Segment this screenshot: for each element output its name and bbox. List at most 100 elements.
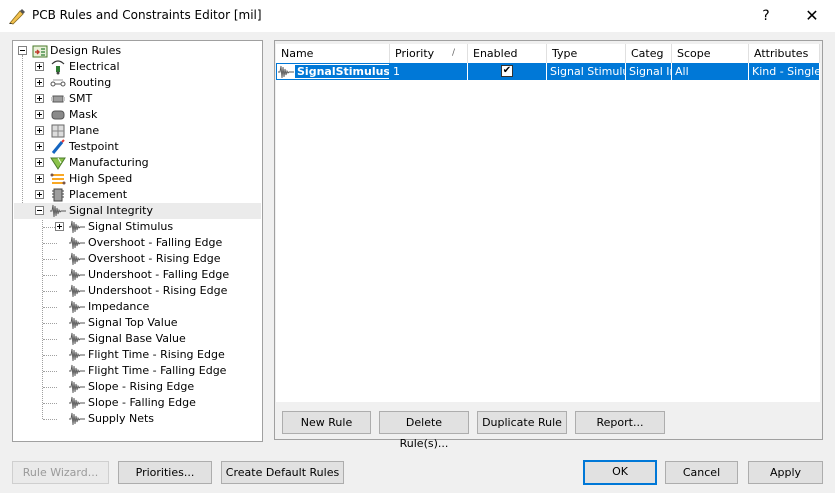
column-header-name[interactable]: Name — [276, 44, 390, 63]
cell-attributes[interactable]: Kind - Single — [749, 63, 820, 80]
tree-item-electrical[interactable]: Electrical — [13, 59, 260, 75]
smt-icon — [51, 95, 65, 103]
tree-item-routing[interactable]: Routing — [13, 75, 260, 91]
expand-toggle[interactable] — [35, 158, 44, 167]
window-title: PCB Rules and Constraints Editor [mil] — [32, 8, 262, 22]
report-button[interactable]: Report... — [575, 411, 665, 434]
tree-item-signal-base-value[interactable]: Signal Base Value — [13, 331, 260, 347]
tree-root-design-rules[interactable]: Design Rules — [13, 43, 260, 59]
column-header-scope[interactable]: Scope — [672, 44, 749, 63]
duplicate-rule-button[interactable]: Duplicate Rule — [477, 411, 567, 434]
signal-rule-icon — [69, 220, 85, 234]
rule-name: SignalStimulus — [294, 64, 390, 79]
tree-item-undershoot-rising[interactable]: Undershoot - Rising Edge — [13, 283, 260, 299]
expand-toggle[interactable] — [55, 222, 64, 231]
new-rule-button[interactable]: New Rule — [282, 411, 371, 434]
expand-toggle[interactable] — [35, 174, 44, 183]
enabled-checkbox[interactable]: ✔ — [501, 65, 513, 77]
table-row[interactable]: SignalStimulus 1 ✔ Signal Stimulu Signal… — [276, 63, 820, 80]
tree-item-placement[interactable]: Placement — [13, 187, 260, 203]
tree-item-signal-stimulus[interactable]: Signal Stimulus — [13, 219, 260, 235]
placement-icon — [52, 188, 64, 202]
signal-rule-icon — [69, 268, 85, 282]
expand-toggle[interactable] — [35, 110, 44, 119]
tree-item-label: Flight Time - Rising Edge — [88, 348, 225, 361]
tree-item-testpoint[interactable]: Testpoint — [13, 139, 260, 155]
title-bar: PCB Rules and Constraints Editor [mil] ?… — [0, 0, 835, 32]
close-button[interactable]: ✕ — [797, 4, 827, 28]
rules-grid[interactable]: Name Priority / Enabled Type Categ Scope… — [276, 44, 820, 402]
tree-item-plane[interactable]: Plane — [13, 123, 260, 139]
tree-item-undershoot-falling[interactable]: Undershoot - Falling Edge — [13, 267, 260, 283]
tree-item-label: Placement — [69, 188, 128, 201]
tree-item-slope-rising[interactable]: Slope - Rising Edge — [13, 379, 260, 395]
tree-item-smt[interactable]: SMT — [13, 91, 260, 107]
create-default-rules-button[interactable]: Create Default Rules — [221, 461, 344, 484]
tree-item-label: Signal Base Value — [88, 332, 186, 345]
tree-item-label: Testpoint — [69, 140, 119, 153]
tree-item-signal-integrity[interactable]: Signal Integrity — [13, 203, 260, 219]
expand-toggle[interactable] — [35, 62, 44, 71]
rule-wizard-button: Rule Wizard... — [12, 461, 109, 484]
tree-item-mask[interactable]: Mask — [13, 107, 260, 123]
tree-item-label: Signal Top Value — [88, 316, 178, 329]
tree-root-label: Design Rules — [50, 44, 122, 57]
tree-item-overshoot-rising[interactable]: Overshoot - Rising Edge — [13, 251, 260, 267]
column-header-type[interactable]: Type — [547, 44, 626, 63]
cell-category[interactable]: Signal Ir — [626, 63, 672, 80]
signal-rule-icon — [69, 300, 85, 314]
priorities-button[interactable]: Priorities... — [118, 461, 212, 484]
signal-rule-icon — [69, 380, 85, 394]
expand-toggle[interactable] — [35, 94, 44, 103]
tree-item-label: Electrical — [69, 60, 120, 73]
column-header-enabled[interactable]: Enabled — [468, 44, 547, 63]
rules-tree[interactable]: Design Rules Electrical Routing SMT Mask — [12, 40, 263, 442]
cancel-button[interactable]: Cancel — [665, 461, 738, 484]
cell-scope[interactable]: All — [672, 63, 749, 80]
expand-toggle[interactable] — [35, 142, 44, 151]
signal-rule-icon — [69, 252, 85, 266]
tree-item-label: Mask — [69, 108, 98, 121]
cell-name[interactable]: SignalStimulus — [276, 63, 390, 80]
signal-rule-icon — [69, 396, 85, 410]
tree-item-impedance[interactable]: Impedance — [13, 299, 260, 315]
grid-header: Name Priority / Enabled Type Categ Scope… — [276, 44, 820, 64]
signal-rule-icon — [69, 284, 85, 298]
tree-item-manufacturing[interactable]: Manufacturing — [13, 155, 260, 171]
expand-toggle[interactable] — [35, 126, 44, 135]
tree-item-signal-top-value[interactable]: Signal Top Value — [13, 315, 260, 331]
tree-item-label: Slope - Falling Edge — [88, 396, 196, 409]
tree-item-label: SMT — [69, 92, 93, 105]
tree-item-overshoot-falling[interactable]: Overshoot - Falling Edge — [13, 235, 260, 251]
tree-item-flight-time-falling[interactable]: Flight Time - Falling Edge — [13, 363, 260, 379]
column-header-attributes[interactable]: Attributes — [749, 44, 820, 63]
tree-item-label: Undershoot - Rising Edge — [88, 284, 228, 297]
cell-enabled[interactable]: ✔ — [468, 63, 547, 80]
tree-item-supply-nets[interactable]: Supply Nets — [13, 411, 260, 427]
delete-rule-button[interactable]: Delete Rule(s)... — [379, 411, 469, 450]
collapse-toggle[interactable] — [35, 206, 44, 215]
tree-item-label: Overshoot - Falling Edge — [88, 236, 223, 249]
tree-item-high-speed[interactable]: High Speed — [13, 171, 260, 187]
cell-type[interactable]: Signal Stimulu — [547, 63, 626, 80]
expand-toggle[interactable] — [35, 190, 44, 199]
column-header-priority[interactable]: Priority / — [390, 44, 468, 63]
tree-item-label: High Speed — [69, 172, 133, 185]
tree-item-flight-time-rising[interactable]: Flight Time - Rising Edge — [13, 347, 260, 363]
collapse-toggle[interactable] — [18, 46, 27, 55]
testpoint-icon — [51, 139, 65, 154]
tree-item-slope-falling[interactable]: Slope - Falling Edge — [13, 395, 260, 411]
column-header-category[interactable]: Categ — [626, 44, 672, 63]
column-header-label: Priority — [395, 47, 435, 60]
plane-icon — [51, 124, 65, 138]
tree-item-label: Signal Integrity — [69, 204, 153, 217]
help-button[interactable]: ? — [752, 4, 780, 28]
tree-item-label: Signal Stimulus — [88, 220, 174, 233]
cell-priority[interactable]: 1 — [390, 63, 468, 80]
apply-button[interactable]: Apply — [748, 461, 823, 484]
signal-rule-icon — [69, 364, 85, 378]
mask-icon — [51, 110, 65, 120]
expand-toggle[interactable] — [35, 78, 44, 87]
design-rules-icon — [32, 45, 48, 58]
ok-button[interactable]: OK — [583, 460, 657, 485]
